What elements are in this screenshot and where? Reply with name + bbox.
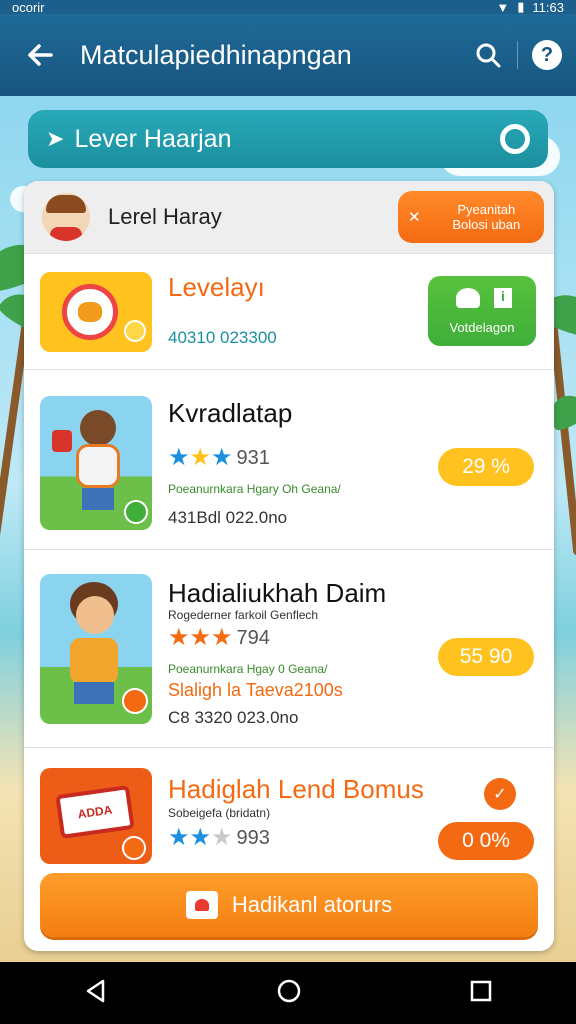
envelope-icon <box>185 891 218 919</box>
star-rating: ★ ★ ★ 794 <box>168 626 270 650</box>
search-icon[interactable] <box>459 41 517 69</box>
star-icon: ★ <box>168 624 190 651</box>
user-name: Lerel Haray <box>108 204 222 229</box>
signal-icon: ▮ <box>517 0 525 14</box>
item-title: Kvradlatap <box>168 398 293 428</box>
star-icon: ★ <box>189 444 212 471</box>
nav-back-icon[interactable] <box>83 978 109 1009</box>
item-code: C8 3320 023.0no <box>168 708 299 727</box>
gift-icon[interactable]: ✓ <box>484 778 516 810</box>
clock-badge-thumbnail <box>40 272 152 352</box>
star-icon: ★ <box>211 444 233 471</box>
list-item[interactable]: ADDA Hadiglah Lend Bomus Sobeigefa (brid… <box>24 747 554 864</box>
help-button[interactable]: ? <box>518 40 576 70</box>
status-time: 11:63 <box>532 0 564 15</box>
list-item[interactable]: Hadialiukhah Daim Rogederner farkoil Gen… <box>24 549 554 747</box>
item-code: 431Bdl 022.0no <box>168 508 288 527</box>
item-title: Levelayı <box>168 272 265 302</box>
level-search-bar[interactable]: ➤ Lever Haarjan <box>28 110 548 168</box>
bird-icon: ➤ <box>46 126 65 151</box>
bonus-thumbnail: ADDA <box>40 768 152 864</box>
star-icon: ★ <box>168 444 190 471</box>
star-icon: ★ <box>211 624 233 651</box>
item-small-text: Rogederner farkoil Genflech <box>168 608 319 622</box>
rating-count: 993 <box>236 826 270 849</box>
discount-badge[interactable]: 55 90 <box>438 638 534 676</box>
item-highlight: Slaligh la Taeva2100s <box>168 680 343 700</box>
discount-badge[interactable]: 0 0% <box>438 822 534 860</box>
star-icon: ★ <box>211 824 233 851</box>
info-icon: i <box>494 288 512 308</box>
user-button-line1: Pyeanitah <box>457 202 516 217</box>
item-code: 40310 023300 <box>168 328 277 347</box>
star-rating: ★ ★ ★ 993 <box>168 826 270 850</box>
main-cta-button[interactable]: Hadikanl atorurs <box>40 873 538 937</box>
app-bar: Matculapiedhinapngan ? <box>0 14 576 96</box>
app-title: Matculapiedhinapngan <box>80 39 352 70</box>
status-carrier: ocorir <box>12 0 45 15</box>
rating-count: 794 <box>236 626 270 649</box>
nav-recents-icon[interactable] <box>469 979 493 1008</box>
star-icon: ★ <box>189 824 212 851</box>
system-nav-bar <box>0 962 576 1024</box>
item-title: Hadialiukhah Daim <box>168 578 387 608</box>
close-icon: ✕ <box>408 209 421 226</box>
item-subtitle: Poeanurnkara Hgay 0 Geana/ <box>168 662 328 676</box>
item-action-label: Votdelagon <box>449 320 515 335</box>
nav-home-icon[interactable] <box>276 978 302 1009</box>
help-icon: ? <box>532 40 562 70</box>
cta-label: Hadikanl atorurs <box>231 892 393 917</box>
list-item[interactable]: Levelayı 40310 023300 i Votdelagon <box>24 253 554 369</box>
star-rating: ★ ★ ★ 931 <box>168 446 270 470</box>
star-icon: ★ <box>168 824 190 851</box>
user-action-button[interactable]: ✕ Pyeanitah Bolosi uban <box>398 191 544 243</box>
character-thumbnail <box>40 574 152 724</box>
list-item[interactable]: Kvradlatap ★ ★ ★ 931 Poeanurnkara Hgary … <box>24 369 554 549</box>
user-row: Lerel Haray ✕ Pyeanitah Bolosi uban <box>24 181 554 253</box>
item-title: Hadiglah Lend Bomus <box>168 774 424 804</box>
character-thumbnail <box>40 396 152 530</box>
rating-count: 931 <box>236 446 270 469</box>
avatar[interactable] <box>42 193 90 241</box>
item-action-button[interactable]: i Votdelagon <box>428 276 536 346</box>
search-label: Lever Haarjan <box>74 124 232 153</box>
level-list-panel: Lerel Haray ✕ Pyeanitah Bolosi uban Leve… <box>24 181 554 951</box>
user-icon <box>456 288 480 308</box>
user-button-line2: Bolosi uban <box>452 217 521 232</box>
wifi-icon: ▼ <box>496 0 510 15</box>
ring-icon[interactable] <box>500 124 530 154</box>
status-bar: ocorir ▼ ▮ 11:63 <box>0 0 576 15</box>
item-subtitle: Poeanurnkara Hgary Oh Geana/ <box>168 482 341 496</box>
discount-badge[interactable]: 29 % <box>438 448 534 486</box>
back-arrow-icon[interactable] <box>0 40 80 70</box>
star-icon: ★ <box>189 624 212 651</box>
bonus-ticket-label: ADDA <box>55 785 135 839</box>
item-small-text: Sobeigefa (bridatn) <box>168 806 271 820</box>
